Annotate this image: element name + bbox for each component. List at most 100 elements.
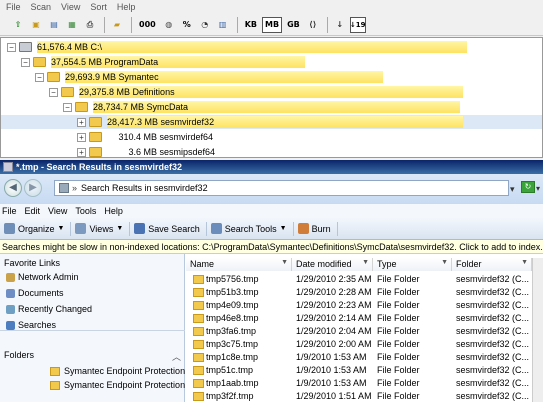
tree-expand-icon[interactable]: ⟨⟩ [305, 17, 321, 33]
tree-row[interactable]: +28,417.3 MB sesmvirdef32 [1, 115, 542, 129]
file-date: 1/9/2010 1:53 AM [296, 378, 367, 388]
table-row[interactable]: tmp1aab.tmp 1/9/2010 1:53 AM File Folder se… [186, 377, 543, 390]
folder-size-tree[interactable]: −61,576.4 MB C:\ −37,554.5 MB ProgramData… [0, 37, 543, 172]
file-name: tmp5756.tmp [206, 274, 259, 284]
favorite-link-label: Documents [18, 288, 64, 298]
favorite-link-icon [6, 288, 15, 298]
sort-alpha-icon[interactable]: ↓ [332, 17, 348, 33]
search-tools-button[interactable]: Search Tools ▼ [207, 223, 293, 234]
menu-file[interactable]: File [0, 0, 25, 14]
expand-toggle-icon[interactable]: + [77, 118, 86, 127]
unit-mb-button[interactable]: MB [262, 16, 283, 33]
expand-toggle-icon[interactable]: + [77, 133, 86, 142]
table-row[interactable]: tmp46e8.tmp 1/29/2010 2:14 AM File Folder s… [186, 312, 543, 325]
pie-chart-icon[interactable]: ◔ [197, 17, 213, 33]
folder-tree-item[interactable]: Symantec Endpoint Protection [50, 366, 185, 376]
tree-row[interactable]: +3.6 MB sesmipsdef64 [1, 145, 542, 159]
table-row[interactable]: tmp1c8e.tmp 1/9/2010 1:53 AM File Folder se… [186, 351, 543, 364]
table-row[interactable]: tmp5756.tmp 1/29/2010 2:35 AM File Folder s… [186, 273, 543, 286]
tree-row[interactable]: − 61,576.4 MB C:\ [1, 40, 542, 54]
folder-tree-item[interactable]: Symantec Endpoint Protection [50, 380, 185, 390]
explorer-title-bar[interactable]: *.tmp - Search Results in sesmvirdef32 [0, 160, 543, 174]
search-window-icon [3, 162, 13, 172]
chevron-down-icon[interactable]: ▼ [521, 259, 528, 266]
chevron-down-icon[interactable]: ▼ [441, 259, 448, 266]
results-list[interactable]: Name ▼ Date modified ▼ Type ▼ Folder ▼ tmp5756.t… [186, 254, 543, 402]
tree-row[interactable]: − 28,734.7 MB SymcData [1, 100, 542, 114]
favorite-link[interactable]: Searches [6, 320, 56, 330]
menu-help[interactable]: Help [102, 204, 129, 218]
menu-view[interactable]: View [46, 204, 73, 218]
expand-toggle-icon[interactable]: − [49, 88, 58, 97]
percent-button[interactable]: % [179, 17, 195, 33]
menu-file[interactable]: File [0, 204, 23, 218]
table-row[interactable]: tmp3c75.tmp 1/29/2010 2:00 AM File Folder s… [186, 338, 543, 351]
column-header-type[interactable]: Type ▼ [373, 258, 452, 271]
unit-gb-button[interactable]: GB [284, 17, 303, 33]
save-search-button[interactable]: Save Search [130, 223, 206, 234]
chevron-down-icon[interactable]: ▼ [362, 259, 369, 266]
print-icon[interactable]: ⎙ [82, 17, 98, 33]
expand-toggle-icon[interactable]: − [63, 103, 72, 112]
menu-view[interactable]: View [55, 0, 84, 14]
open-folder-icon[interactable]: ▣ [28, 17, 44, 33]
folder-icon [47, 72, 60, 82]
favorite-link-icon [6, 304, 15, 314]
table-row[interactable]: tmp4e09.tmp 1/29/2010 2:23 AM File Folder s… [186, 299, 543, 312]
column-header-name[interactable]: Name ▼ [186, 258, 292, 271]
chevron-down-icon[interactable]: ▼ [281, 259, 288, 266]
expand-toggle-icon[interactable]: − [21, 58, 30, 67]
column-header-folder[interactable]: Folder ▼ [452, 258, 532, 271]
column-header-date-modified[interactable]: Date modified ▼ [292, 258, 373, 271]
file-name: tmp4e09.tmp [206, 300, 259, 310]
menu-tools[interactable]: Tools [73, 204, 102, 218]
bar-chart-icon[interactable]: ▥ [215, 17, 231, 33]
file-name: tmp3fa6.tmp [206, 326, 257, 336]
tree-row[interactable]: − 29,375.8 MB Definitions [1, 85, 542, 99]
expand-toggle-icon[interactable]: + [77, 148, 86, 157]
file-name: tmp51c.tmp [206, 365, 254, 375]
expand-toggle-icon[interactable]: − [7, 43, 16, 52]
menu-edit[interactable]: Edit [23, 204, 47, 218]
export-icon[interactable]: ▦ [64, 17, 80, 33]
forward-button[interactable]: ▶ [24, 179, 42, 197]
menu-help[interactable]: Help [111, 0, 140, 14]
table-row[interactable]: tmp3fa6.tmp 1/29/2010 2:04 AM File Folder s… [186, 325, 543, 338]
up-arrow-icon[interactable]: ⇧ [10, 17, 26, 33]
folders-header[interactable]: Folders [4, 350, 34, 360]
folder-icon [193, 340, 204, 349]
chevron-down-icon[interactable]: ▾ [536, 184, 540, 193]
folder-icon[interactable]: ▰ [109, 17, 125, 33]
sort-size-button[interactable]: ↓ 19 [349, 16, 366, 33]
disk-icon[interactable]: ◍ [161, 17, 177, 33]
table-row[interactable]: tmp3f2f.tmp 1/29/2010 1:51 AM File Folder s… [186, 390, 543, 403]
chevron-up-icon[interactable]: ︿ [172, 350, 181, 363]
index-warning-bar[interactable]: Searches might be slow in non-indexed lo… [0, 240, 543, 254]
favorite-link[interactable]: Documents [6, 288, 64, 298]
organize-button[interactable]: Organize ▼ [0, 223, 70, 234]
save-icon[interactable]: ▤ [46, 17, 62, 33]
treesize-toolbar: ⇧ ▣ ▤ ▦ ⎙ ▰ 000 ◍ % ◔ ▥ KB MB GB ⟨⟩ ↓ ↓ 1… [0, 14, 543, 36]
chevron-down-icon[interactable]: ▾ [510, 184, 515, 195]
burn-button[interactable]: Burn [294, 223, 337, 234]
tree-row[interactable]: − 29,693.9 MB Symantec [1, 70, 542, 84]
favorite-link[interactable]: Network Admin [6, 272, 79, 282]
expand-toggle-icon[interactable]: − [35, 73, 44, 82]
table-row[interactable]: tmp51c.tmp 1/9/2010 1:53 AM File Folder ses… [186, 364, 543, 377]
back-button[interactable]: ◀ [4, 179, 22, 197]
tree-row[interactable]: +310.4 MB sesmvirdef64 [1, 130, 542, 144]
tree-row[interactable]: − 37,554.5 MB ProgramData [1, 55, 542, 69]
unit-kb-button[interactable]: KB [242, 17, 260, 33]
file-name: tmp1aab.tmp [206, 378, 259, 388]
folder-tree-label: Symantec Endpoint Protection [64, 380, 186, 390]
favorite-link[interactable]: Recently Changed [6, 304, 92, 314]
menu-sort[interactable]: Sort [84, 0, 111, 14]
folder-icon [193, 366, 204, 375]
refresh-icon[interactable]: ↻ [521, 181, 535, 193]
views-button[interactable]: Views ▼ [71, 223, 129, 234]
address-box[interactable]: » Search Results in sesmvirdef32 [54, 180, 509, 196]
table-row[interactable]: tmp51b3.tmp 1/29/2010 2:28 AM File Folder s… [186, 286, 543, 299]
menu-scan[interactable]: Scan [25, 0, 56, 14]
number-format-button[interactable]: 000 [136, 17, 159, 33]
file-type: File Folder [377, 274, 420, 284]
